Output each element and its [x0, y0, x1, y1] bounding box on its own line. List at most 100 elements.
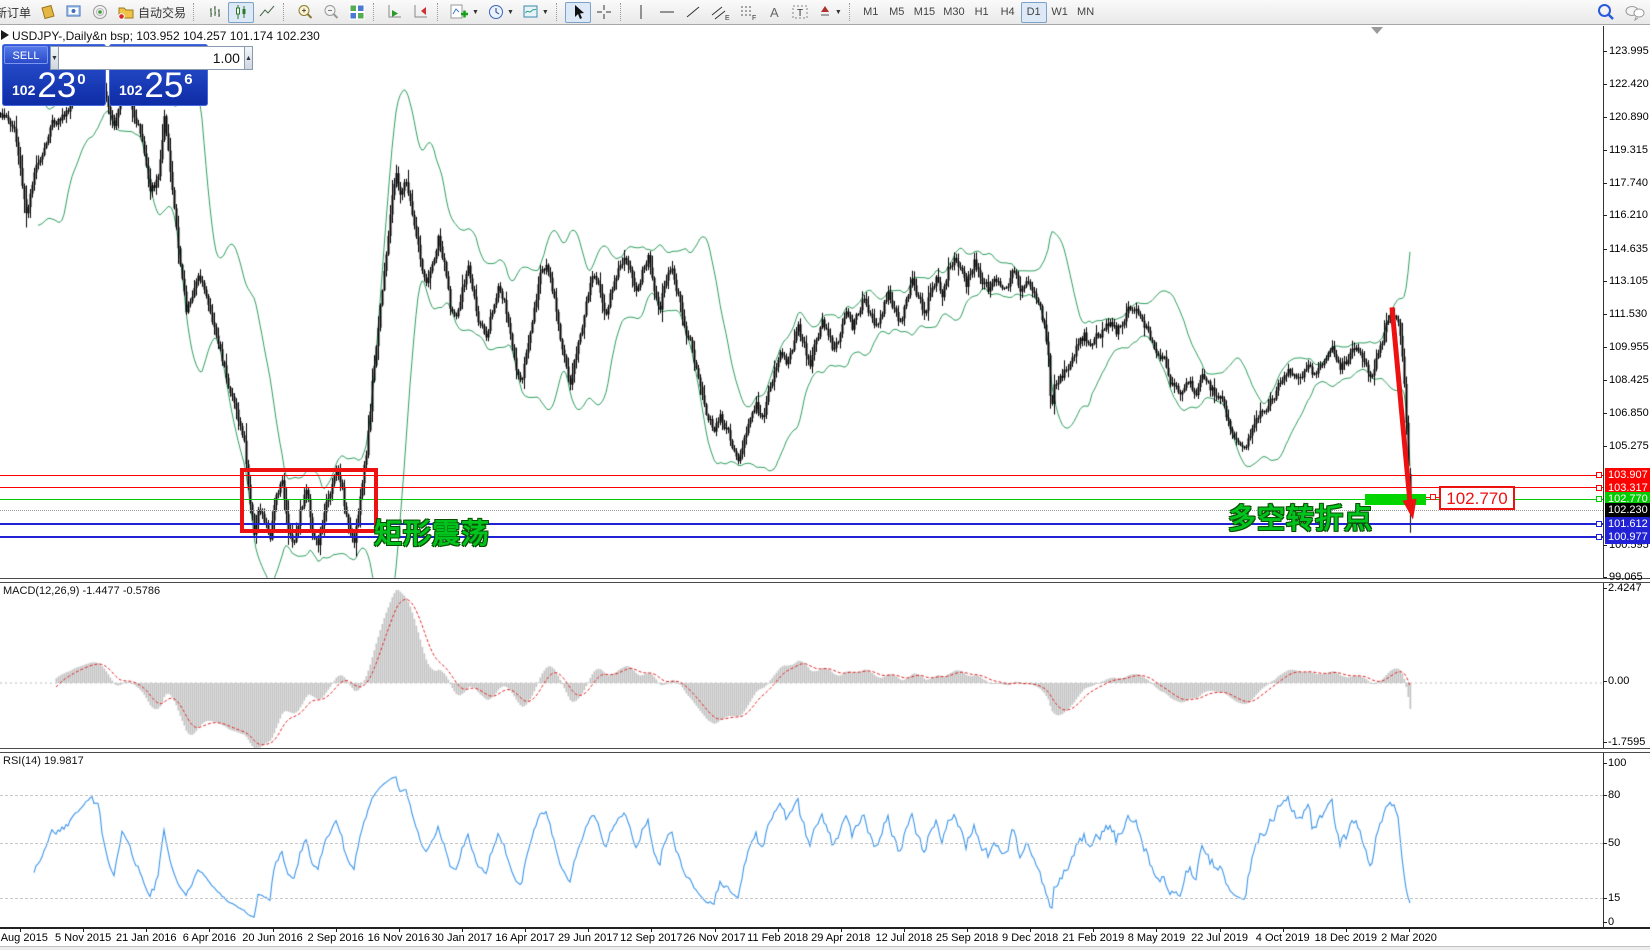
volume-decrease-button[interactable]: ▼	[50, 46, 59, 70]
new-order-button[interactable]: 新订单	[0, 2, 35, 23]
volume-input[interactable]	[59, 46, 244, 70]
rsi-indicator-label: RSI(14) 19.9817	[3, 755, 84, 767]
rsi-axis-tick	[1603, 922, 1607, 923]
trendline-icon	[684, 3, 702, 21]
chart-shift-button[interactable]	[408, 2, 434, 23]
zoom-out-button[interactable]	[318, 2, 344, 23]
price-axis-label: 123.995	[1609, 45, 1649, 57]
fibonacci-button[interactable]: F	[734, 2, 762, 23]
horizontal-line-marker[interactable]	[1596, 472, 1602, 478]
chart-shift-marker[interactable]	[1371, 27, 1383, 34]
chat-button[interactable]	[1620, 2, 1650, 23]
horizontal-line-button[interactable]	[654, 2, 680, 23]
price-axis-tick	[1603, 413, 1607, 414]
toolbar-separator	[849, 3, 855, 21]
panel-divider[interactable]	[0, 748, 1650, 753]
toolbar-separator	[283, 3, 289, 21]
text-label-button[interactable]: T	[787, 2, 813, 23]
timeframe-button-m1[interactable]: M1	[858, 2, 884, 23]
horizontal-line-icon	[658, 3, 676, 21]
rsi-axis-tick	[1603, 898, 1607, 899]
chart-ohlc-readout: 103.952 104.257 101.174 102.230	[136, 29, 320, 43]
trendline-button[interactable]	[680, 2, 706, 23]
price-axis-tick	[1603, 84, 1607, 85]
price-axis-tick	[1603, 249, 1607, 250]
timeframe-group: M1M5M15M30H1H4D1W1MN	[858, 2, 1099, 23]
fibonacci-icon: F	[738, 3, 758, 21]
chart-shift-icon	[412, 3, 430, 21]
templates-dropdown[interactable]: ▼	[518, 2, 553, 23]
history-button[interactable]	[35, 2, 61, 23]
equidistant-channel-button[interactable]: E	[706, 2, 734, 23]
timeframe-button-h4[interactable]: H4	[995, 2, 1021, 23]
text-button[interactable]: A	[762, 2, 787, 23]
indicators-dropdown[interactable]: ▼	[446, 2, 483, 23]
terminal-button[interactable]	[61, 2, 87, 23]
candlestick-chart-button[interactable]	[228, 2, 254, 23]
search-icon	[1596, 2, 1616, 22]
range-box-annotation[interactable]	[240, 468, 378, 533]
timeframe-button-h1[interactable]: H1	[969, 2, 995, 23]
sell-button[interactable]: SELL	[4, 46, 48, 64]
horizontal-line-marker[interactable]	[1596, 534, 1602, 540]
toolbar-separator	[437, 3, 443, 21]
buy-price: 102 25 6	[119, 69, 193, 102]
macd-axis-label: -1.7595	[1608, 736, 1645, 748]
search-button[interactable]	[1592, 2, 1620, 23]
crosshair-button[interactable]	[591, 2, 617, 23]
tile-windows-button[interactable]	[344, 2, 370, 23]
periods-dropdown[interactable]: ▼	[483, 2, 518, 23]
price-callout-label[interactable]: 102.770	[1439, 486, 1515, 510]
sell-price-main: 23	[37, 69, 76, 102]
timeframe-button-mn[interactable]: MN	[1073, 2, 1099, 23]
price-axis-tick	[1603, 281, 1607, 282]
arrows-icon	[817, 3, 833, 21]
price-axis-line	[1603, 26, 1604, 927]
cursor-button[interactable]	[565, 2, 591, 23]
highlight-segment-annotation[interactable]	[1365, 494, 1426, 505]
timeframe-button-w1[interactable]: W1	[1047, 2, 1073, 23]
equidistant-channel-icon: E	[710, 3, 730, 21]
timeframe-button-m30[interactable]: M30	[939, 2, 968, 23]
line-chart-button[interactable]	[254, 2, 280, 23]
macd-indicator-label: MACD(12,26,9) -1.4477 -0.5786	[3, 585, 160, 597]
rsi-axis-label: 15	[1608, 892, 1620, 904]
chevron-down-icon: ▼	[835, 9, 842, 16]
buy-price-pip: 6	[184, 71, 192, 88]
price-axis-tick	[1603, 117, 1607, 118]
rsi-axis-label: 0	[1608, 916, 1614, 928]
tile-windows-icon	[348, 3, 366, 21]
rsi-axis-label: 50	[1608, 837, 1620, 849]
toolbar: 新订单 自动交易 ▼ ▼ ▼	[0, 0, 1650, 25]
chevron-down-icon: ▼	[472, 9, 479, 16]
text-icon: A	[770, 5, 779, 20]
crosshair-icon	[595, 3, 613, 21]
chart-title: USDJPY-,Daily&n bsp; 103.952 104.257 101…	[12, 29, 320, 43]
horizontal-line-marker[interactable]	[1596, 496, 1602, 502]
horizontal-line-marker[interactable]	[1596, 521, 1602, 527]
autotrading-button[interactable]: 自动交易	[113, 2, 190, 23]
callout-anchor-marker[interactable]	[1430, 494, 1436, 500]
timeframe-button-m5[interactable]: M5	[884, 2, 910, 23]
chart-window-icon	[1, 30, 9, 40]
pivot-text-annotation[interactable]: 多空转折点	[1228, 497, 1373, 537]
timeframe-button-m15[interactable]: M15	[910, 2, 939, 23]
sell-price-pip: 0	[77, 71, 85, 88]
bar-chart-button[interactable]	[202, 2, 228, 23]
price-axis-label: 113.105	[1609, 275, 1648, 287]
rsi-level-line-15	[0, 898, 1603, 899]
range-box-text-annotation[interactable]: 矩形震荡	[374, 512, 490, 552]
timeframe-button-d1[interactable]: D1	[1021, 2, 1047, 23]
arrows-dropdown[interactable]: ▼	[813, 2, 846, 23]
vertical-line-button[interactable]	[629, 2, 654, 23]
chevron-down-icon: ▼	[542, 9, 549, 16]
chart-window: USDJPY-,Daily&n bsp; 103.952 104.257 101…	[0, 26, 1650, 950]
horizontal-line-marker[interactable]	[1596, 485, 1602, 491]
signals-icon	[91, 3, 109, 21]
signals-button[interactable]	[87, 2, 113, 23]
zoom-in-button[interactable]	[292, 2, 318, 23]
price-line-label-100.977: 100.977	[1605, 530, 1650, 544]
panel-divider[interactable]	[0, 578, 1650, 583]
auto-scroll-button[interactable]	[382, 2, 408, 23]
volume-increase-button[interactable]: ▲	[244, 46, 253, 70]
